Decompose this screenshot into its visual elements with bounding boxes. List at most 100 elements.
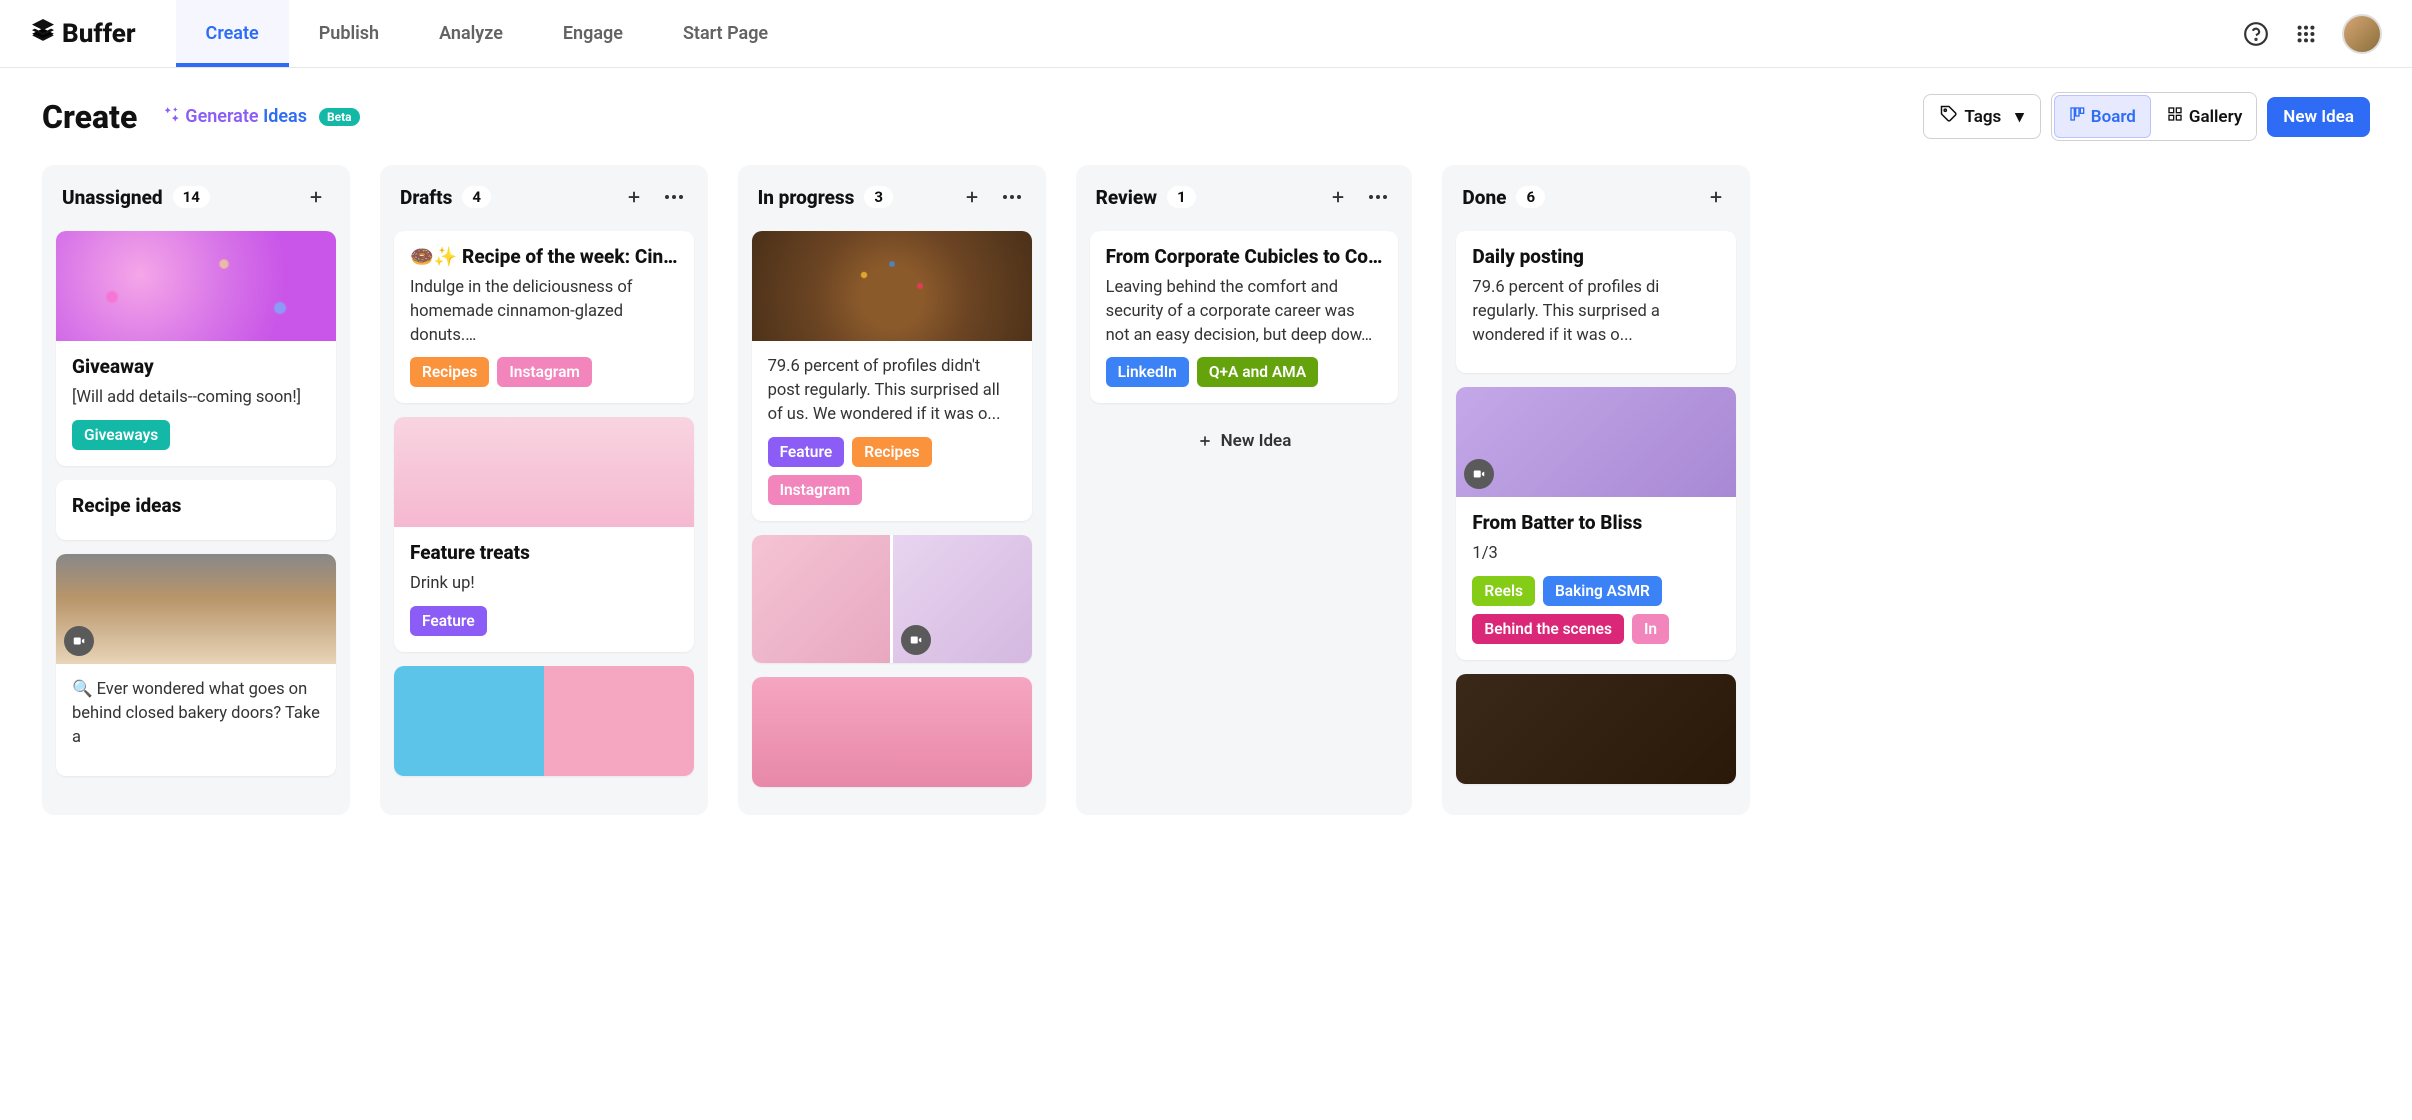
column-count: 3 <box>864 186 893 208</box>
toolbar-right: Tags ▾ Board Gallery New Idea <box>1923 92 2370 141</box>
video-icon <box>1464 459 1494 489</box>
idea-card[interactable] <box>394 666 694 776</box>
card-text: [Will add details--coming soon!] <box>72 386 320 410</box>
card-image <box>752 677 1032 787</box>
column-more-icon[interactable] <box>660 183 688 211</box>
card-image <box>893 535 1032 663</box>
nav-analyze[interactable]: Analyze <box>409 0 533 67</box>
tag-chip[interactable]: Baking ASMR <box>1543 576 1662 606</box>
card-body: Feature treatsDrink up!Feature <box>394 527 694 652</box>
tag-icon <box>1940 105 1958 128</box>
new-idea-label: New Idea <box>1221 431 1292 451</box>
app-header: Buffer Create Publish Analyze Engage Sta… <box>0 0 2412 68</box>
tag-chip[interactable]: Behind the scenes <box>1472 614 1624 644</box>
card-tags: Reels Baking ASMR Behind the scenes In <box>1472 576 1720 644</box>
column-header: Review 1 <box>1090 179 1399 215</box>
add-card-icon[interactable] <box>1702 183 1730 211</box>
idea-card[interactable] <box>1456 674 1736 784</box>
idea-card[interactable]: 🍩✨ Recipe of the week: Cin… Indulge in th… <box>394 231 694 403</box>
idea-card[interactable]: Feature treatsDrink up!Feature <box>394 417 694 652</box>
idea-card[interactable]: Recipe ideas <box>56 480 336 541</box>
user-avatar[interactable] <box>2342 14 2382 54</box>
card-title: From Corporate Cubicles to Co… <box>1106 245 1383 270</box>
nav-create[interactable]: Create <box>176 0 289 67</box>
idea-card[interactable]: Giveaway[Will add details--coming soon!]… <box>56 231 336 466</box>
card-text: 🔍 Ever wondered what goes on behind clos… <box>72 678 320 750</box>
card-text: 79.6 percent of profiles didn't post reg… <box>768 355 1016 427</box>
new-idea-button[interactable]: New Idea <box>2267 97 2370 137</box>
tag-chip[interactable]: In <box>1632 614 1669 644</box>
view-toggle: Board Gallery <box>2051 92 2258 141</box>
column-more-icon[interactable] <box>998 183 1026 211</box>
idea-card[interactable] <box>752 677 1032 787</box>
tag-chip[interactable]: Recipes <box>852 437 931 467</box>
column-more-icon[interactable] <box>1364 183 1392 211</box>
generate-ideas-label: Generate Ideas <box>185 106 307 127</box>
column-header: Done 6 <box>1456 179 1736 215</box>
board-column: Drafts 4 🍩✨ Recipe of the week: Cin… Indu… <box>380 165 708 815</box>
add-card-icon[interactable] <box>620 183 648 211</box>
tag-chip[interactable]: LinkedIn <box>1106 357 1189 387</box>
tag-chip[interactable]: Instagram <box>768 475 863 505</box>
column-count: 14 <box>173 186 210 208</box>
tag-chip[interactable]: Q+A and AMA <box>1197 357 1318 387</box>
card-image <box>56 554 336 664</box>
card-body: From Batter to Bliss1/3ReelsBaking ASMRB… <box>1456 497 1736 660</box>
card-tags: Giveaways <box>72 420 320 450</box>
card-image <box>752 535 891 663</box>
idea-card[interactable]: Daily posting79.6 percent of profiles di… <box>1456 231 1736 373</box>
add-card-icon[interactable] <box>302 183 330 211</box>
header-actions <box>2242 14 2382 54</box>
page-toolbar: Create Generate Ideas Beta Tags ▾ Board … <box>0 68 2412 165</box>
card-text: Indulge in the deliciousness of homemade… <box>410 276 678 348</box>
card-image <box>394 417 694 527</box>
nav-start-page[interactable]: Start Page <box>653 0 798 67</box>
column-title: In progress <box>758 186 855 209</box>
card-tags: LinkedIn Q+A and AMA <box>1106 357 1383 387</box>
column-new-idea-button[interactable]: New Idea <box>1090 417 1399 465</box>
card-title: From Batter to Bliss <box>1472 511 1720 536</box>
idea-card[interactable]: 🔍 Ever wondered what goes on behind clos… <box>56 554 336 776</box>
nav-publish[interactable]: Publish <box>289 0 409 67</box>
tag-chip[interactable]: Feature <box>410 606 487 636</box>
idea-card[interactable]: From Corporate Cubicles to Co… Leaving be… <box>1090 231 1399 403</box>
column-header: In progress 3 <box>752 179 1032 215</box>
tag-chip[interactable]: Reels <box>1472 576 1535 606</box>
wand-icon <box>161 105 179 128</box>
help-icon[interactable] <box>2242 20 2270 48</box>
column-count: 4 <box>462 186 491 208</box>
card-title: 🍩✨ Recipe of the week: Cin… <box>410 245 678 270</box>
tag-chip[interactable]: Instagram <box>497 357 592 387</box>
card-tags: FeatureRecipes Instagram <box>768 437 1016 505</box>
column-header: Drafts 4 <box>394 179 694 215</box>
generate-ideas-button[interactable]: Generate Ideas Beta <box>161 105 359 128</box>
board-column: In progress 3 79.6 percent of profiles d… <box>738 165 1046 815</box>
tag-chip[interactable]: Recipes <box>410 357 489 387</box>
tag-chip[interactable]: Feature <box>768 437 845 467</box>
idea-card[interactable]: From Batter to Bliss1/3ReelsBaking ASMRB… <box>1456 387 1736 660</box>
card-body: 79.6 percent of profiles didn't post reg… <box>752 341 1032 521</box>
idea-card[interactable]: 79.6 percent of profiles didn't post reg… <box>752 231 1032 521</box>
card-text: 79.6 percent of profiles di regularly. T… <box>1472 276 1720 348</box>
add-card-icon[interactable] <box>1324 183 1352 211</box>
column-title: Drafts <box>400 186 452 209</box>
buffer-logo-icon <box>30 17 56 50</box>
view-gallery-button[interactable]: Gallery <box>2153 93 2256 140</box>
gallery-icon <box>2167 106 2183 127</box>
card-body: 🍩✨ Recipe of the week: Cin… Indulge in th… <box>394 231 694 403</box>
nav-engage[interactable]: Engage <box>533 0 653 67</box>
tags-dropdown[interactable]: Tags ▾ <box>1923 94 2040 139</box>
logo[interactable]: Buffer <box>30 17 136 50</box>
tag-chip[interactable]: Giveaways <box>72 420 170 450</box>
apps-grid-icon[interactable] <box>2292 20 2320 48</box>
card-text: Leaving behind the comfort and security … <box>1106 276 1383 348</box>
card-body: 🔍 Ever wondered what goes on behind clos… <box>56 664 336 776</box>
column-title: Review <box>1096 186 1158 209</box>
view-board-button[interactable]: Board <box>2054 95 2151 138</box>
board-column: Review 1 From Corporate Cubicles to Co… L… <box>1076 165 1413 815</box>
beta-badge: Beta <box>319 108 360 126</box>
add-card-icon[interactable] <box>958 183 986 211</box>
card-image <box>394 666 694 776</box>
card-text: Drink up! <box>410 572 678 596</box>
idea-card[interactable] <box>752 535 1032 663</box>
